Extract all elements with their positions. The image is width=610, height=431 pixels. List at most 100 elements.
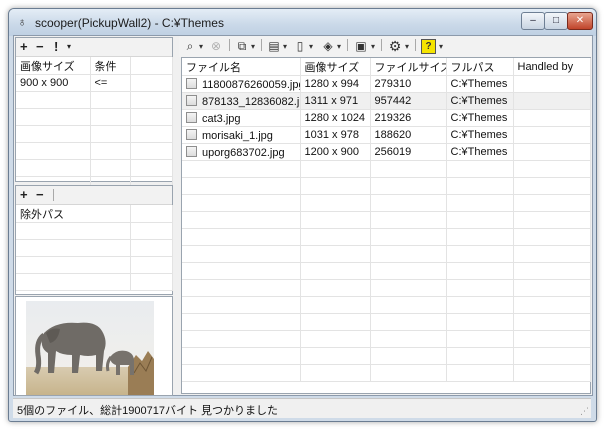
handled-cell <box>513 92 591 110</box>
size-filter-panel: + − ! ▾ 画像サイズ 条件 900 x 900 <= <box>15 37 173 194</box>
image-size-cell: 1200 x 900 <box>300 143 371 161</box>
wallpaper-dropdown[interactable]: ▾ <box>371 40 375 54</box>
column-header-image-size[interactable]: 画像サイズ <box>16 57 91 75</box>
file-size-cell: 188620 <box>370 126 447 144</box>
file-size-cell: 279310 <box>370 75 447 93</box>
image-size-cell: 1280 x 1024 <box>300 109 371 127</box>
table-row <box>16 159 173 177</box>
table-row <box>182 279 591 297</box>
table-row <box>182 296 591 314</box>
row-checkbox[interactable] <box>186 128 197 140</box>
column-header-full-path[interactable]: フルパス <box>446 58 514 76</box>
column-header-file-size[interactable]: ファイルサイズ <box>370 58 447 76</box>
file-name: 11800876260059.jpg <box>202 78 300 91</box>
copy-icon[interactable]: ⧉ <box>235 39 249 54</box>
toggle-filter-button[interactable]: ! <box>54 39 58 54</box>
maximize-button[interactable]: □ <box>544 12 568 30</box>
image-preview <box>15 296 173 396</box>
table-row <box>16 91 173 109</box>
resize-grip-icon[interactable]: ⋰ <box>580 406 589 417</box>
column-header-filename[interactable]: ファイル名 <box>182 58 301 76</box>
filter-size-cell[interactable]: 900 x 900 <box>16 74 91 92</box>
row-checkbox[interactable] <box>186 111 197 123</box>
filter-table: 画像サイズ 条件 900 x 900 <= <box>16 57 173 194</box>
table-row[interactable]: 900 x 900 <= <box>16 74 173 92</box>
table-row <box>182 160 591 178</box>
toolbar-separator <box>53 189 54 201</box>
toolbar-separator <box>347 39 348 51</box>
handled-cell <box>513 75 591 93</box>
tag-dropdown[interactable]: ▾ <box>337 40 341 54</box>
column-header-empty <box>130 205 173 223</box>
row-checkbox[interactable] <box>186 145 197 157</box>
remove-filter-button[interactable]: − <box>36 39 44 54</box>
add-filter-button[interactable]: + <box>20 39 28 54</box>
column-header-empty <box>130 57 173 75</box>
column-header-condition[interactable]: 条件 <box>90 57 131 75</box>
toolbar-separator <box>381 39 382 51</box>
path-cell: C:¥Themes <box>446 75 514 93</box>
file-dropdown[interactable]: ▾ <box>309 40 313 54</box>
file-list-table: ファイル名 画像サイズ ファイルサイズ フルパス Handled by 1180… <box>182 58 591 382</box>
title-bar[interactable]: ♁ scooper(PickupWall2) - C:¥Themes – □ ✕ <box>9 9 596 36</box>
filter-menu-dropdown[interactable]: ▾ <box>67 39 71 54</box>
table-row <box>182 313 591 331</box>
app-window: ♁ scooper(PickupWall2) - C:¥Themes – □ ✕… <box>8 8 597 422</box>
toolbar-separator <box>229 39 230 51</box>
table-row <box>16 273 173 291</box>
settings-icon[interactable]: ⚙ <box>387 39 403 54</box>
column-header-handled-by[interactable]: Handled by <box>513 58 591 76</box>
settings-dropdown[interactable]: ▾ <box>405 40 409 54</box>
file-name: uporg683702.jpg <box>202 146 285 159</box>
table-row[interactable]: uporg683702.jpg 1200 x 900 256019 C:¥The… <box>182 143 591 161</box>
handled-cell <box>513 126 591 144</box>
table-row[interactable]: 11800876260059.jpg 1280 x 994 279310 C:¥… <box>182 75 591 93</box>
file-size-cell: 256019 <box>370 143 447 161</box>
path-cell: C:¥Themes <box>446 126 514 144</box>
copy-dropdown[interactable]: ▾ <box>251 40 255 54</box>
table-row <box>16 239 173 257</box>
table-row <box>182 364 591 382</box>
column-header-image-size[interactable]: 画像サイズ <box>300 58 371 76</box>
toolbar-separator <box>261 39 262 51</box>
table-row <box>182 347 591 365</box>
table-row <box>182 228 591 246</box>
wallpaper-icon[interactable]: ▣ <box>353 39 369 54</box>
table-row <box>182 211 591 229</box>
file-size-cell: 957442 <box>370 92 447 110</box>
file-name: 878133_12836082.jpg <box>202 95 300 108</box>
move-dropdown[interactable]: ▾ <box>283 40 287 54</box>
file-size-cell: 219326 <box>370 109 447 127</box>
row-checkbox[interactable] <box>186 94 197 106</box>
add-exclude-button[interactable]: + <box>20 187 28 202</box>
table-row[interactable]: cat3.jpg 1280 x 1024 219326 C:¥Themes <box>182 109 591 127</box>
table-row[interactable]: 878133_12836082.jpg 1311 x 971 957442 C:… <box>182 92 591 110</box>
file-icon[interactable]: ▯ <box>293 39 307 54</box>
file-name: morisaki_1.jpg <box>202 129 273 142</box>
path-cell: C:¥Themes <box>446 92 514 110</box>
row-checkbox[interactable] <box>186 77 197 89</box>
table-row[interactable]: morisaki_1.jpg 1031 x 978 188620 C:¥Them… <box>182 126 591 144</box>
table-row <box>16 108 173 126</box>
search-dropdown[interactable]: ▾ <box>199 40 203 54</box>
stop-icon[interactable]: ⊗ <box>209 39 223 54</box>
column-header-exclude-path[interactable]: 除外パス <box>16 205 131 223</box>
search-icon[interactable]: ⌕ <box>183 39 197 54</box>
remove-exclude-button[interactable]: − <box>36 187 44 202</box>
scooper-icon: ♁ <box>17 15 27 29</box>
exclude-toolbar: + − <box>16 186 172 205</box>
close-button[interactable]: ✕ <box>567 12 593 30</box>
main-toolbar: ⌕ ▾ ⊗ ⧉ ▾ ▤ ▾ ▯ ▾ ◈ ▾ ▣ ▾ ⚙ ▾ ? ▾ <box>179 36 591 57</box>
table-row <box>182 245 591 263</box>
filter-condition-cell[interactable]: <= <box>90 74 131 92</box>
exclude-path-panel: + − 除外パス <box>15 185 173 295</box>
image-size-cell: 1031 x 978 <box>300 126 371 144</box>
table-row <box>182 262 591 280</box>
minimize-button[interactable]: – <box>521 12 545 30</box>
move-icon[interactable]: ▤ <box>267 39 281 54</box>
help-icon[interactable]: ? <box>421 39 436 54</box>
help-dropdown[interactable]: ▾ <box>439 40 443 54</box>
handled-cell <box>513 143 591 161</box>
tag-icon[interactable]: ◈ <box>321 39 335 54</box>
elephant-photo <box>16 297 172 395</box>
